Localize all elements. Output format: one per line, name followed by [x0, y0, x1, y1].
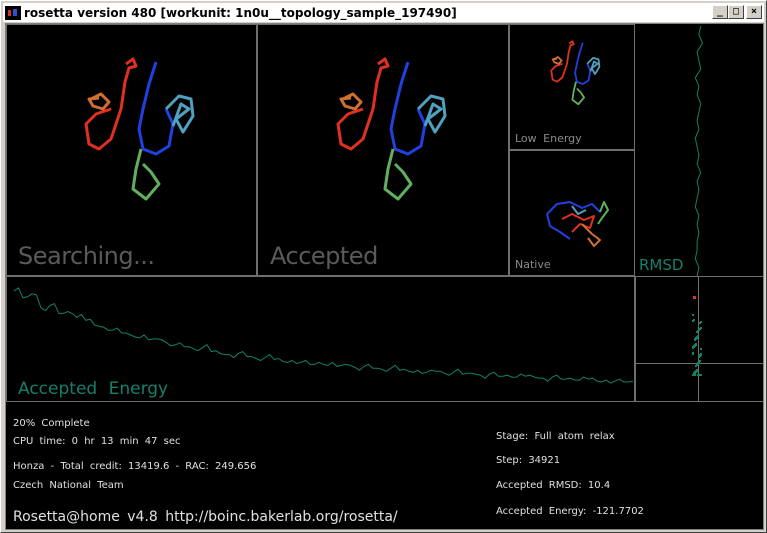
close-button[interactable]: × — [746, 5, 762, 19]
rmsd-trace — [694, 25, 704, 277]
scatter-point — [692, 314, 694, 316]
rosetta-window: rosetta version 480 [workunit: 1n0u__top… — [0, 0, 767, 533]
scatter-point — [696, 369, 698, 371]
scatter-point — [700, 374, 702, 376]
protein-chain-red — [561, 213, 595, 233]
protein-chain-cyan — [164, 94, 195, 134]
scatter-point — [700, 327, 702, 329]
title-bar[interactable]: rosetta version 480 [workunit: 1n0u__top… — [3, 3, 764, 22]
graphics-area: Searching... Accepted Low Energy Native … — [5, 23, 764, 530]
protein-chain-green — [597, 201, 609, 225]
scatter-point — [700, 353, 702, 355]
scatter-panel-border — [635, 276, 763, 402]
scatter-point — [692, 352, 694, 354]
cpu-time: CPU time: 0 hr 13 min 47 sec — [13, 436, 181, 447]
low-energy-protein — [550, 40, 601, 106]
footer-url: Rosetta@home v4.8 http://boinc.bakerlab.… — [13, 509, 398, 525]
accepted-energy-value: Accepted Energy: -121.7702 — [496, 506, 644, 517]
rosetta-app-icon — [5, 5, 21, 20]
low-energy-panel-border — [509, 24, 635, 150]
step: Step: 34921 — [496, 455, 561, 466]
team-name: Czech National Team — [13, 480, 124, 491]
stage: Stage: Full atom relax — [496, 431, 615, 442]
panel-borders — [6, 24, 763, 402]
protein-chain-green — [571, 81, 586, 106]
accepted-energy-trace — [13, 287, 634, 384]
protein-chain-green — [383, 148, 413, 201]
protein-chain-cyan — [416, 94, 447, 134]
window-title: rosetta version 480 [workunit: 1n0u__top… — [24, 5, 457, 20]
window-controls: _ □ × — [712, 5, 762, 19]
accepted-label: Accepted — [270, 242, 378, 270]
rmsd-label: RMSD — [639, 256, 684, 274]
protein-chain-orange — [339, 92, 363, 111]
searching-label: Searching... — [18, 242, 155, 270]
scatter-point — [695, 343, 697, 345]
graphics-svg — [6, 24, 763, 402]
credit-line: Honza - Total credit: 13419.6 - RAC: 249… — [13, 461, 257, 472]
maximize-button[interactable]: □ — [728, 5, 744, 19]
protein-chain-green — [131, 148, 161, 201]
minimize-button[interactable]: _ — [712, 5, 728, 19]
percent-complete: 20% Complete — [13, 418, 90, 429]
accepted-protein — [336, 57, 447, 201]
native-protein — [546, 201, 609, 247]
scatter-point — [700, 348, 702, 350]
accepted-rmsd: Accepted RMSD: 10.4 — [496, 480, 611, 491]
scatter-point — [694, 374, 696, 376]
scatter-point — [699, 360, 701, 362]
searching-panel-border — [6, 24, 257, 276]
searching-protein — [84, 57, 195, 201]
scatter-point — [693, 319, 695, 321]
protein-chain-orange — [87, 92, 111, 111]
accepted-energy-label: Accepted Energy — [18, 379, 169, 399]
protein-chain-orange — [551, 56, 563, 65]
native-label: Native — [515, 258, 551, 271]
current-point-marker — [693, 296, 696, 299]
scatter-point — [700, 321, 702, 323]
low-energy-label: Low Energy — [515, 132, 582, 145]
scatter-point — [697, 335, 699, 337]
